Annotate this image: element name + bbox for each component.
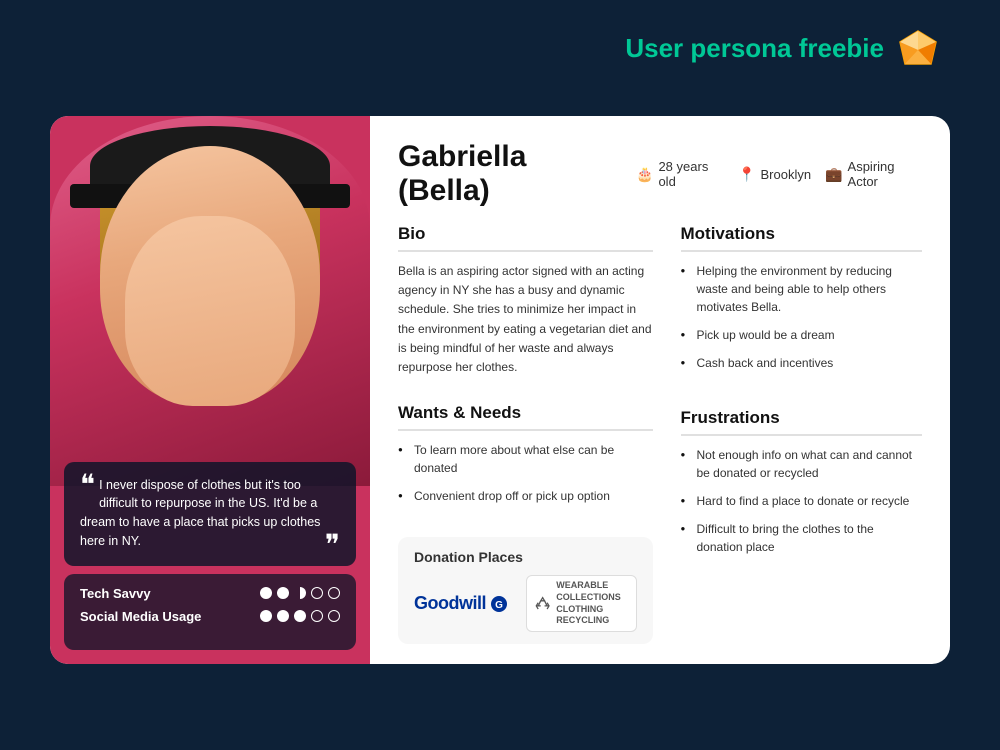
goodwill-logo-icon: G	[490, 595, 508, 613]
age-value: 28 years old	[658, 159, 724, 189]
bio-text: Bella is an aspiring actor signed with a…	[398, 262, 653, 377]
wants-list: To learn more about what else can be don…	[398, 441, 653, 505]
skill-row-social: Social Media Usage	[80, 609, 340, 624]
wearable-text: wearablecollectionsclothing recycling	[556, 580, 627, 627]
frustrations-list: Not enough info on what can and cannot b…	[681, 446, 923, 556]
meta-occupation: 💼 Aspiring Actor	[825, 159, 922, 189]
frustrations-section: Frustrations Not enough info on what can…	[681, 408, 923, 566]
dot	[328, 587, 340, 599]
frustrations-divider	[681, 434, 923, 436]
sketch-icon	[896, 28, 940, 68]
motivations-section: Motivations Helping the environment by r…	[681, 224, 923, 382]
meta-age: 🎂 28 years old	[636, 159, 724, 189]
list-item: Hard to find a place to donate or recycl…	[681, 492, 923, 510]
wants-divider	[398, 429, 653, 431]
frustrations-title: Frustrations	[681, 408, 923, 428]
persona-name: Gabriella (Bella)	[398, 140, 618, 208]
close-quote-icon: ❞	[325, 532, 340, 560]
dot	[260, 587, 272, 599]
donation-title: Donation Places	[414, 549, 637, 565]
dot	[294, 610, 306, 622]
motivations-list: Helping the environment by reducing wast…	[681, 262, 923, 372]
location-value: Brooklyn	[761, 167, 812, 182]
meta-location: 📍 Brooklyn	[738, 166, 811, 183]
bio-title: Bio	[398, 224, 653, 244]
page-title: User persona freebie	[625, 33, 884, 64]
right-panel: Gabriella (Bella) 🎂 28 years old 📍 Brook…	[370, 116, 950, 664]
bio-divider	[398, 250, 653, 252]
skill-dots-tech	[260, 587, 340, 599]
motivations-divider	[681, 250, 923, 252]
recycle-icon	[535, 593, 550, 615]
location-icon: 📍	[738, 166, 755, 183]
list-item: Cash back and incentives	[681, 354, 923, 372]
goodwill-logo: Goodwill G	[414, 593, 508, 614]
list-item: Not enough info on what can and cannot b…	[681, 446, 923, 482]
list-item: Helping the environment by reducing wast…	[681, 262, 923, 316]
skill-row-tech: Tech Savvy	[80, 586, 340, 601]
open-quote-icon: ❝	[80, 472, 95, 500]
donation-box: Donation Places Goodwill G	[398, 537, 653, 644]
dot	[260, 610, 272, 622]
wants-section: Wants & Needs To learn more about what e…	[398, 403, 653, 515]
dot	[277, 610, 289, 622]
right-column: Motivations Helping the environment by r…	[681, 224, 923, 644]
bio-section: Bio Bella is an aspiring actor signed wi…	[398, 224, 653, 377]
list-item: Difficult to bring the clothes to the do…	[681, 520, 923, 556]
dot	[277, 587, 289, 599]
content-grid: Bio Bella is an aspiring actor signed wi…	[398, 224, 922, 644]
page-wrapper: User persona freebie	[0, 0, 1000, 750]
list-item: Pick up would be a dream	[681, 326, 923, 344]
dot	[328, 610, 340, 622]
quote-text: I never dispose of clothes but it's too …	[80, 478, 320, 548]
skill-dots-social	[260, 610, 340, 622]
skill-label-tech: Tech Savvy	[80, 586, 151, 601]
occupation-value: Aspiring Actor	[848, 159, 922, 189]
list-item: Convenient drop off or pick up option	[398, 487, 653, 505]
motivations-title: Motivations	[681, 224, 923, 244]
persona-header: Gabriella (Bella) 🎂 28 years old 📍 Brook…	[398, 140, 922, 208]
left-column: Bio Bella is an aspiring actor signed wi…	[398, 224, 653, 644]
persona-card: ❝ I never dispose of clothes but it's to…	[50, 116, 950, 664]
dot	[311, 610, 323, 622]
wearable-collections-logo: wearablecollectionsclothing recycling	[526, 575, 637, 632]
goodwill-text: Goodwill	[414, 593, 486, 614]
svg-text:G: G	[495, 600, 503, 611]
skill-label-social: Social Media Usage	[80, 609, 201, 624]
list-item: To learn more about what else can be don…	[398, 441, 653, 477]
donation-logos: Goodwill G	[414, 575, 637, 632]
age-icon: 🎂	[636, 166, 653, 183]
left-panel: ❝ I never dispose of clothes but it's to…	[50, 116, 370, 664]
dot	[311, 587, 323, 599]
occupation-icon: 💼	[825, 166, 842, 183]
quote-box: ❝ I never dispose of clothes but it's to…	[64, 462, 356, 566]
dot	[294, 587, 306, 599]
top-header: User persona freebie	[625, 28, 940, 68]
persona-meta: 🎂 28 years old 📍 Brooklyn 💼 Aspiring Act…	[636, 159, 922, 189]
profile-photo	[50, 116, 370, 486]
wants-title: Wants & Needs	[398, 403, 653, 423]
skills-section: Tech Savvy Social Media Usage	[64, 574, 356, 650]
